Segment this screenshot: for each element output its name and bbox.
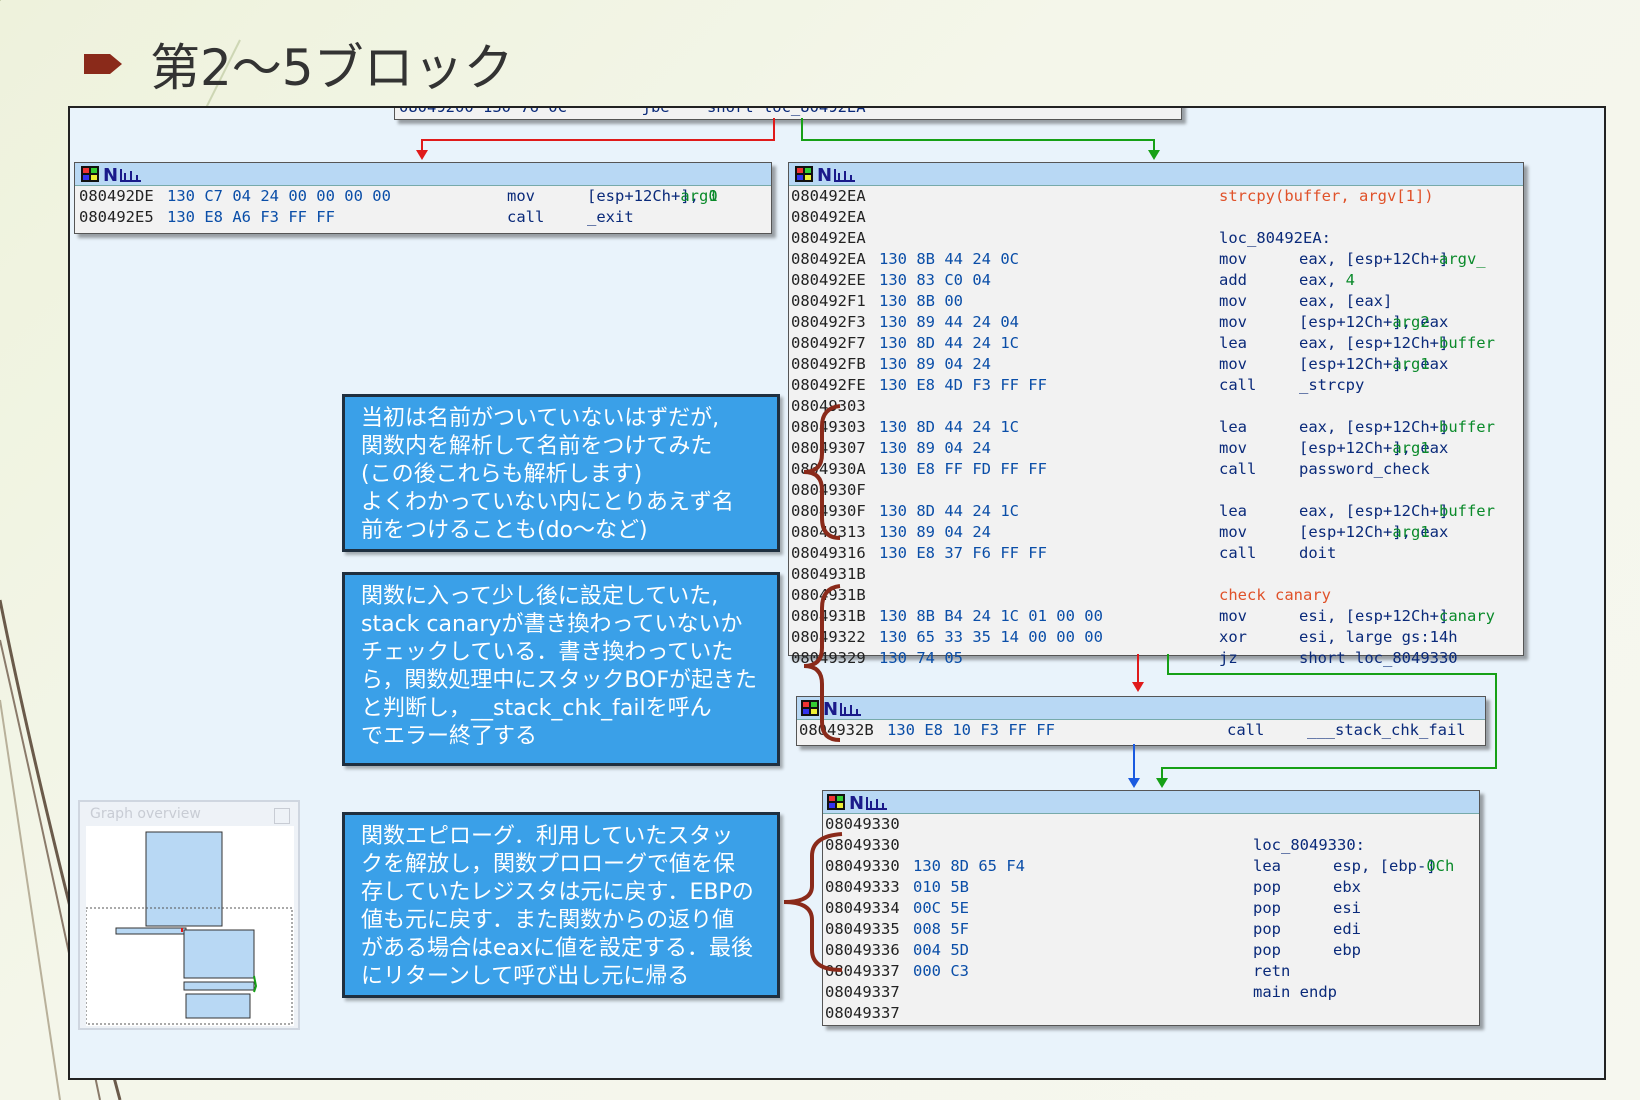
callout-line: stack canaryが書き換わっていないか <box>361 612 743 637</box>
callout-line: 前をつけることも(do〜など) <box>361 518 648 543</box>
close-icon[interactable] <box>274 808 290 824</box>
callout-line: と判断し，__stack_chk_failを呼ん <box>361 696 712 721</box>
callout-line: ら，関数処理中にスタックBOFが起きた <box>361 668 758 693</box>
callout-line: 関数に入って少し後に設定していた, <box>361 584 719 609</box>
callout-line: 関数内を解析して名前をつけてみた <box>361 434 713 459</box>
callout-naming: 当初は名前がついていないはずだが, 関数内を解析して名前をつけてみた (この後こ… <box>342 394 780 552</box>
callout-line: チェックしている．書き換わっていた <box>361 640 734 665</box>
callout-line: 値も元に戻す．また関数からの返り値 <box>361 908 735 933</box>
callout-line: でエラー終了する <box>361 724 538 749</box>
brace <box>783 832 843 972</box>
callout-line: 関数エピローグ．利用していたスタッ <box>361 824 734 849</box>
slide-title: 第2〜5ブロック <box>150 39 514 97</box>
callout-line: にリターンして呼び出し元に帰る <box>361 964 690 989</box>
arrow-bullet-icon <box>84 54 122 74</box>
callout-epilogue: 関数エピローグ．利用していたスタッ クを解放し，関数プロローグで値を保 存してい… <box>342 812 780 998</box>
callout-canary: 関数に入って少し後に設定していた, stack canaryが書き換わっていない… <box>342 572 780 766</box>
edge-true <box>801 118 1155 156</box>
callout-line: 存していたレジスタは元に戻す．EBPの <box>361 880 754 905</box>
graph-overview-panel[interactable]: Graph overview <box>78 800 300 1030</box>
brace <box>803 404 841 540</box>
callout-line: よくわかっていない内にとりあえず名 <box>361 490 734 515</box>
callout-line: がある場合はeaxに値を設定する．最後 <box>361 936 754 961</box>
edge-true <box>1161 654 1497 784</box>
brace <box>803 584 841 742</box>
graph-overview-title: Graph overview <box>90 806 201 822</box>
graph-overview-minimap[interactable] <box>86 826 294 1026</box>
callout-line: 当初は名前がついていないはずだが, <box>361 406 720 431</box>
edge-false <box>421 118 775 156</box>
callout-line: (この後これらも解析します) <box>361 462 643 487</box>
callout-line: クを解放し，関数プロローグで値を保 <box>361 852 736 877</box>
graph-edges <box>416 118 1497 972</box>
